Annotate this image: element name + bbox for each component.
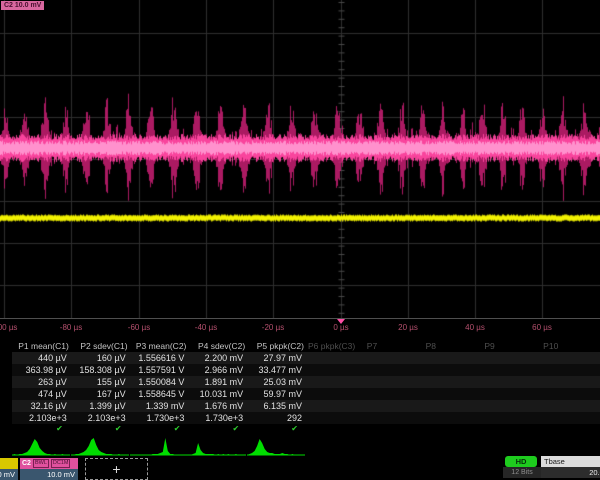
hd-badge[interactable]: HD: [505, 456, 537, 467]
vertical-scale-value: 10.0 mV: [0, 469, 18, 480]
measurement-value: 292: [247, 412, 306, 424]
measurement-value: 363.98 µV: [12, 364, 71, 376]
histicon: [247, 434, 305, 456]
measurement-value: 2.966 mV: [188, 364, 247, 376]
time-axis-label: 20 µs: [398, 323, 418, 332]
time-axis-label: -20 µs: [262, 323, 284, 332]
time-axis-label: -100 µs: [0, 323, 17, 332]
measurement-value: 160 µV: [71, 352, 130, 364]
time-axis-label: 60 µs: [532, 323, 552, 332]
histicon: [188, 434, 246, 456]
measurement-value: 474 µV: [12, 388, 71, 400]
status-check-icon: ✔: [247, 424, 306, 434]
measurement-value: 1.676 mV: [188, 400, 247, 412]
measurement-value: 2.103e+3: [12, 412, 71, 424]
measurement-value: 1.550084 V: [130, 376, 189, 388]
adc-bits-label: 12 Bits: [503, 467, 541, 478]
trace-label-badge[interactable]: C2 10.0 mV: [1, 1, 44, 10]
measurement-value: 167 µV: [71, 388, 130, 400]
measurement-table: P1 mean(C1)P2 sdev(C1)P3 mean(C2)P4 sdev…: [12, 340, 600, 434]
histicon: [71, 434, 129, 456]
measurement-value: 263 µV: [12, 376, 71, 388]
status-check-icon: ✔: [130, 424, 189, 434]
measurement-value: 2.103e+3: [71, 412, 130, 424]
channel-label: C2: [22, 459, 31, 468]
param-header[interactable]: P8: [424, 340, 483, 352]
measurement-value: 10.031 mV: [188, 388, 247, 400]
measurement-value: 155 µV: [71, 376, 130, 388]
time-axis-label: -40 µs: [195, 323, 217, 332]
plus-icon: +: [112, 461, 120, 477]
measurement-value: 25.03 mV: [247, 376, 306, 388]
measurement-value: 59.97 mV: [247, 388, 306, 400]
param-header[interactable]: P5 pkpk(C2): [247, 340, 306, 352]
param-header-row: P1 mean(C1)P2 sdev(C1)P3 mean(C2)P4 sdev…: [12, 340, 600, 352]
channel-descriptor-c2[interactable]: C2 BWL DC1M 10.0 mV: [20, 458, 78, 480]
oscilloscope-screen: C2 10.0 mV -100 µs -80 µs -60 µs -40 µs -20 …: [0, 0, 600, 480]
add-trace-button[interactable]: +: [85, 458, 148, 480]
histicon-row: [12, 434, 306, 456]
waveform-display[interactable]: [0, 0, 600, 318]
measurement-value: 33.477 mV: [247, 364, 306, 376]
channel-descriptor-c1[interactable]: C1 DC1M 10.0 mV: [0, 458, 18, 480]
measurement-value: 158.308 µV: [71, 364, 130, 376]
bwl-badge: BWL: [33, 459, 49, 468]
time-axis-label: -80 µs: [60, 323, 82, 332]
histicon: [130, 434, 188, 456]
c2-title: C2 BWL DC1M: [20, 458, 78, 469]
table-row-max: 474 µV167 µV1.558645 V10.031 mV59.97 mV: [12, 388, 600, 400]
table-row-mean: 363.98 µV158.308 µV1.557591 V2.966 mV33.…: [12, 364, 600, 376]
time-axis-label: 0 µs: [333, 323, 348, 332]
timebase-descriptor[interactable]: Tbase 20.0 µs: [541, 456, 600, 478]
measurement-value: 1.557591 V: [130, 364, 189, 376]
timebase-value: 20.0 µs: [541, 467, 600, 478]
table-row-sdev: 32.16 µV1.399 µV1.339 mV1.676 mV6.135 mV: [12, 400, 600, 412]
table-row-num: 2.103e+32.103e+31.730e+31.730e+3292: [12, 412, 600, 424]
measurement-value: 32.16 µV: [12, 400, 71, 412]
status-check-icon: ✔: [12, 424, 71, 434]
param-header[interactable]: P4 sdev(C2): [188, 340, 247, 352]
histicon: [12, 434, 70, 456]
status-check-icon: ✔: [71, 424, 130, 434]
measurement-value: 1.891 mV: [188, 376, 247, 388]
param-header[interactable]: P2 sdev(C1): [71, 340, 130, 352]
time-axis: -100 µs -80 µs -60 µs -40 µs -20 µs 0 µs 20 µs…: [0, 318, 600, 335]
status-row: ✔✔✔✔✔: [12, 424, 600, 434]
c1-title: C1 DC1M: [0, 458, 18, 469]
table-row-value: 440 µV160 µV1.556616 V2.200 mV27.97 mV: [12, 352, 600, 364]
measurement-value: 1.556616 V: [130, 352, 189, 364]
time-axis-label: -60 µs: [128, 323, 150, 332]
param-header[interactable]: P9: [482, 340, 541, 352]
coupling-badge: DC1M: [51, 459, 71, 468]
measurement-value: 1.730e+3: [130, 412, 189, 424]
measurement-value: 27.97 mV: [247, 352, 306, 364]
measurement-value: 440 µV: [12, 352, 71, 364]
measurement-value: 1.730e+3: [188, 412, 247, 424]
timebase-label: Tbase: [541, 456, 600, 467]
descriptor-bar: C1 DC1M 10.0 mV C2 BWL DC1M 10.0 mV + HD…: [0, 458, 600, 480]
param-header[interactable]: P10: [541, 340, 600, 352]
measurement-value: 1.558645 V: [130, 388, 189, 400]
measurement-value: 1.339 mV: [130, 400, 189, 412]
measurement-value: 6.135 mV: [247, 400, 306, 412]
table-row-min: 263 µV155 µV1.550084 V1.891 mV25.03 mV: [12, 376, 600, 388]
measurement-value: 2.200 mV: [188, 352, 247, 364]
param-header[interactable]: P3 mean(C2): [130, 340, 189, 352]
param-header[interactable]: P1 mean(C1): [12, 340, 71, 352]
measurement-value: 1.399 µV: [71, 400, 130, 412]
param-header[interactable]: P6 pkpk(C3): [306, 340, 365, 352]
time-axis-label: 40 µs: [465, 323, 485, 332]
vertical-scale-value: 10.0 mV: [20, 469, 78, 480]
param-header[interactable]: P7: [365, 340, 424, 352]
status-check-icon: ✔: [188, 424, 247, 434]
